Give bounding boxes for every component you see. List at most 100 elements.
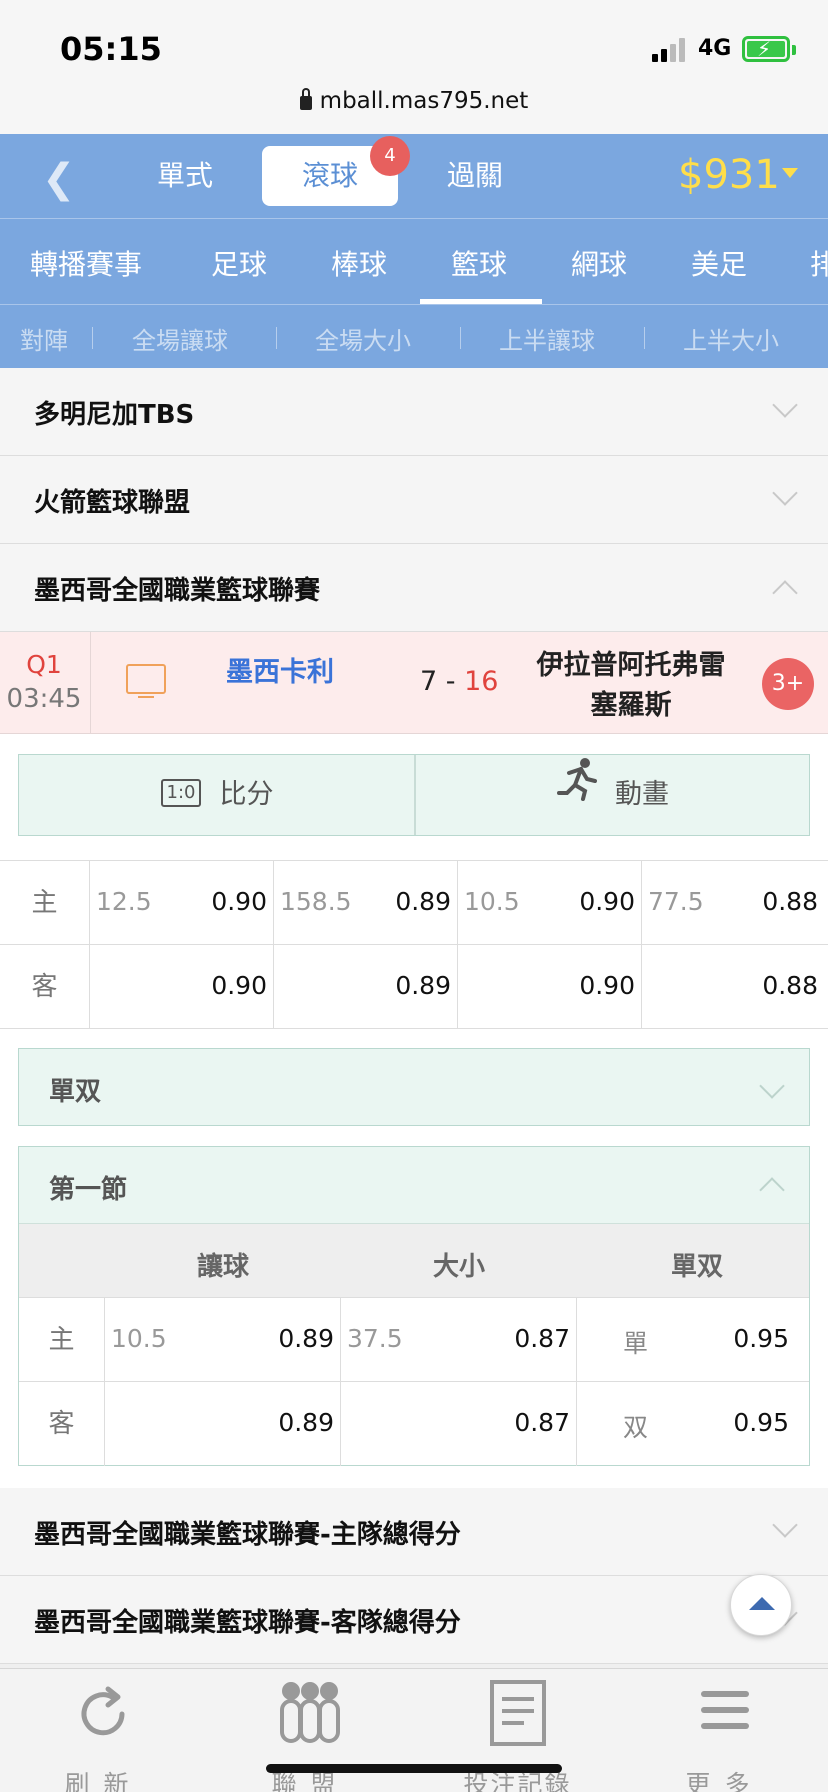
tab-tennis[interactable]: 網球 <box>571 243 627 283</box>
tab-full-total[interactable]: 全場大小 <box>315 321 411 356</box>
quarter-row-home: 主 10.5 0.89 37.5 0.87 單 0.95 <box>19 1297 809 1382</box>
odds-price: 0.95 <box>733 1408 789 1437</box>
mode-bar: ❮ 單式 滾球 4 過關 $931 <box>0 134 828 218</box>
odds-line: 158.5 <box>280 887 352 916</box>
quarter-row-away: 客 0.89 0.87 双 0.95 <box>19 1381 809 1466</box>
odds-cell[interactable]: 0.90 <box>90 945 274 1029</box>
league-row[interactable]: 墨西哥全國職業籃球聯賽-主隊總得分 <box>0 1488 828 1576</box>
tab-basketball[interactable]: 籃球 <box>451 243 507 283</box>
caret-down-icon[interactable] <box>782 168 798 178</box>
score-button-label: 比分 <box>219 779 274 810</box>
tab-parlay[interactable]: 過關 <box>407 146 543 206</box>
tab-half-total[interactable]: 上半大小 <box>683 321 779 356</box>
status-bar: 05:15 4G ⚡ mball.mas795.net <box>0 0 828 134</box>
tab-full-handicap[interactable]: 全場讓球 <box>132 321 228 356</box>
home-label: 主 <box>0 861 90 945</box>
odds-price: 0.87 <box>514 1324 570 1353</box>
match-score: 7 - 16 <box>420 666 498 697</box>
match-row[interactable]: Q1 03:45 墨西卡利 7 - 16 伊拉普阿托弗雷 塞羅斯 3+ <box>0 632 828 734</box>
odd-even-section[interactable]: 單双 <box>18 1048 810 1126</box>
column-handicap: 讓球 <box>197 1252 250 1282</box>
odds-cell[interactable]: 77.5 0.88 <box>642 861 828 945</box>
section-title: 單双 <box>49 1077 102 1107</box>
scroll-to-top-button[interactable] <box>730 1574 792 1636</box>
odds-price: 0.88 <box>762 887 818 916</box>
back-icon[interactable]: ❮ <box>42 156 76 202</box>
match-detail-panel: 1:0 比分 動畫 主 12.5 0.90 158.5 0.89 10.5 0.90 7… <box>0 734 828 1488</box>
more-markets-button[interactable]: 3+ <box>762 658 814 710</box>
tab-matchup[interactable]: 對陣 <box>20 321 68 356</box>
quarter-section: 第一節 讓球 大小 單双 主 10.5 0.89 37.5 0.87 單 0.95 客… <box>18 1146 810 1466</box>
odds-price: 0.87 <box>514 1408 570 1437</box>
away-label: 客 <box>0 945 90 1029</box>
tab-single-label: 單式 <box>156 159 213 192</box>
away-label: 客 <box>19 1382 105 1466</box>
bet-history-icon <box>490 1680 546 1746</box>
odds-cell[interactable]: 双 0.95 <box>577 1382 809 1466</box>
tab-american-football[interactable]: 美足 <box>691 243 747 283</box>
chevron-up-icon <box>759 1177 785 1203</box>
divider <box>644 327 645 349</box>
leagues-icon <box>280 1682 340 1743</box>
odds-price: 0.89 <box>278 1408 334 1437</box>
tv-icon[interactable] <box>126 664 166 698</box>
nav-more[interactable]: 更多 <box>621 1669 828 1792</box>
tab-half-handicap[interactable]: 上半讓球 <box>499 321 595 356</box>
league-row[interactable]: 多明尼加TBS <box>0 368 828 456</box>
home-indicator <box>266 1764 562 1773</box>
odds-cell[interactable]: 37.5 0.87 <box>341 1298 577 1382</box>
odds-cell[interactable]: 0.88 <box>642 945 828 1029</box>
score-separator: - <box>445 666 456 697</box>
running-man-icon <box>557 753 597 833</box>
lock-icon <box>299 88 312 110</box>
menu-icon <box>701 1691 749 1729</box>
odds-cell[interactable]: 10.5 0.89 <box>105 1298 341 1382</box>
tab-soccer[interactable]: 足球 <box>211 243 267 283</box>
odds-row-home: 主 12.5 0.90 158.5 0.89 10.5 0.90 77.5 0.88 <box>0 861 828 945</box>
odds-line: 37.5 <box>347 1324 403 1353</box>
section-header[interactable]: 第一節 <box>19 1147 809 1223</box>
odds-price: 0.90 <box>211 887 267 916</box>
league-row[interactable]: 火箭籃球聯盟 <box>0 456 828 544</box>
battery-icon: ⚡ <box>742 36 796 62</box>
url-text: mball.mas795.net <box>319 88 529 114</box>
nav-leagues[interactable]: 聯盟 <box>207 1669 414 1792</box>
odds-cell[interactable]: 10.5 0.90 <box>458 861 642 945</box>
odds-table: 主 12.5 0.90 158.5 0.89 10.5 0.90 77.5 0.88 客… <box>0 860 828 1029</box>
odds-cell[interactable]: 0.89 <box>105 1382 341 1466</box>
odds-cell[interactable]: 0.90 <box>458 945 642 1029</box>
tab-more-sport[interactable]: 排 <box>810 243 828 283</box>
tab-broadcast[interactable]: 轉播賽事 <box>30 243 142 283</box>
network-label: 4G <box>698 36 732 61</box>
odds-cell[interactable]: 12.5 0.90 <box>90 861 274 945</box>
divider <box>90 632 91 734</box>
chevron-down-icon <box>759 1073 785 1099</box>
odds-cell[interactable]: 0.87 <box>341 1382 577 1466</box>
odds-price: 0.90 <box>211 971 267 1000</box>
away-team-line2: 塞羅斯 <box>590 690 672 721</box>
score-button[interactable]: 1:0 比分 <box>19 755 415 835</box>
odds-line: 77.5 <box>648 887 704 916</box>
section-header[interactable]: 單双 <box>19 1049 809 1125</box>
tab-baseball[interactable]: 棒球 <box>331 243 387 283</box>
tab-single[interactable]: 單式 <box>117 146 253 206</box>
balance[interactable]: $931 <box>678 152 780 198</box>
league-name: 墨西哥全國職業籃球聯賽-主隊總得分 <box>34 1520 461 1550</box>
odds-cell[interactable]: 0.89 <box>274 945 458 1029</box>
home-team: 墨西卡利 <box>226 657 334 688</box>
odds-line: 12.5 <box>96 887 152 916</box>
league-row-expanded[interactable]: 墨西哥全國職業籃球聯賽 <box>0 544 828 632</box>
odds-price: 0.88 <box>762 971 818 1000</box>
odds-cell[interactable]: 158.5 0.89 <box>274 861 458 945</box>
tab-live[interactable]: 滾球 4 <box>262 136 410 206</box>
address-bar[interactable]: mball.mas795.net <box>0 88 828 114</box>
nav-bet-history[interactable]: 投注記錄 <box>414 1669 621 1792</box>
odd-even-label: 單 <box>623 1329 649 1358</box>
league-row[interactable]: 墨西哥全國職業籃球聯賽-客隊總得分 <box>0 1576 828 1664</box>
animation-button[interactable]: 動畫 <box>415 755 811 835</box>
chevron-up-icon <box>772 580 798 606</box>
odd-even-label: 双 <box>623 1413 649 1442</box>
nav-refresh[interactable]: 刷新 <box>0 1669 207 1792</box>
odds-cell[interactable]: 單 0.95 <box>577 1298 809 1382</box>
divider <box>276 327 277 349</box>
